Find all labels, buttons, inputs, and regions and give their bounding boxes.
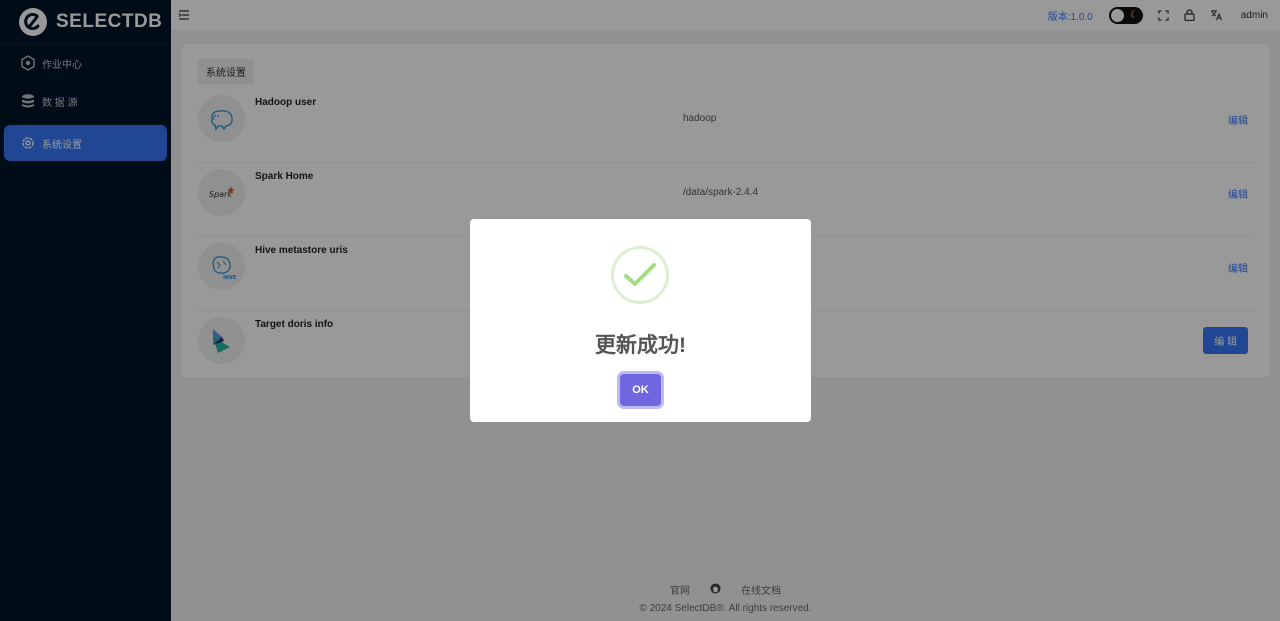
success-check-icon xyxy=(611,246,669,304)
ok-button[interactable]: OK xyxy=(620,374,661,406)
success-dialog: 更新成功! OK xyxy=(470,219,811,422)
dialog-title: 更新成功! xyxy=(595,334,686,357)
